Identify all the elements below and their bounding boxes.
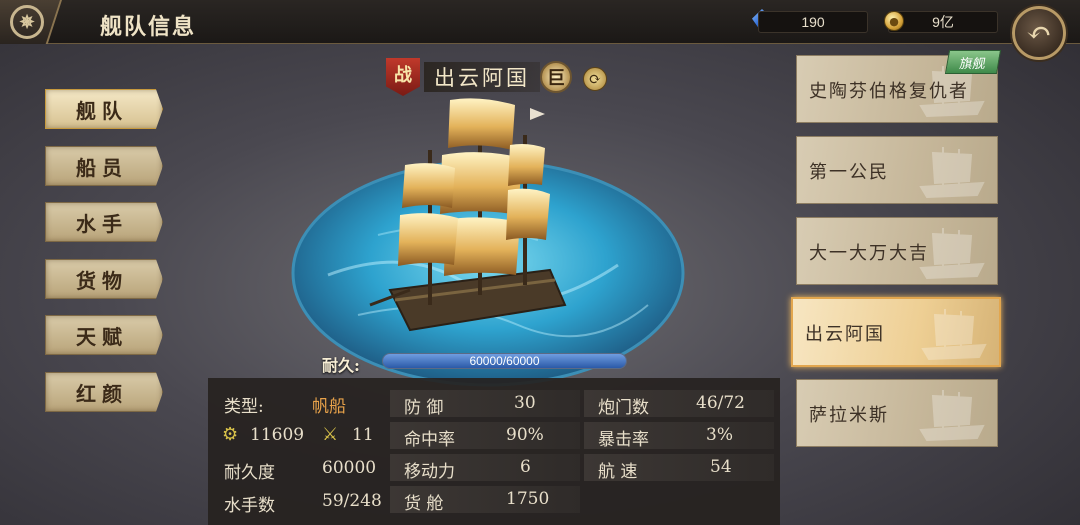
size-class-badge: 巨 (540, 61, 572, 93)
fleet-ship-name: 大一大万大吉 (809, 243, 929, 264)
crit-rate-label: 暴击率 (598, 430, 649, 450)
durability-stat-label: 耐久度 (224, 463, 275, 483)
fleet-ship-name: 第一公民 (809, 162, 889, 183)
type-value: 帆船 (312, 397, 346, 417)
stats-panel: 类型: 帆船 ⚙ 11609 ⚔ 11 耐久度 60000 水手数 59/248… (208, 378, 780, 525)
sailors-label: 水手数 (224, 496, 275, 516)
menu-item-sailors[interactable]: 水手 (45, 202, 163, 242)
durability-stat-value: 60000 (322, 458, 377, 478)
power-value: 11609 (250, 425, 305, 445)
fleet-card-5[interactable]: 萨拉米斯 (796, 379, 998, 447)
fleet-ship-name: 史陶芬伯格复仇者 (809, 81, 969, 102)
menu-item-talent[interactable]: 天赋 (45, 315, 163, 355)
crossed-swords-icon: ⚔ (322, 424, 339, 445)
mobility-label: 移动力 (404, 462, 455, 482)
gem-count: 190 (758, 11, 868, 33)
ship-silhouette-icon (919, 147, 985, 199)
ship-model (369, 98, 567, 332)
mobility-value: 6 (520, 457, 531, 477)
type-label: 类型: (224, 397, 264, 417)
durability-label: 耐久: (322, 356, 360, 375)
back-button[interactable]: ↶ (1012, 6, 1066, 60)
menu-item-cargo[interactable]: 货物 (45, 259, 163, 299)
menu-item-consorts[interactable]: 红颜 (45, 372, 163, 412)
gold-count: 9亿 (888, 11, 998, 33)
gold-coin-icon: ● (884, 11, 904, 31)
speed-value: 54 (710, 457, 732, 477)
cannon-ports-value: 46/72 (696, 393, 745, 413)
cargo-value: 1750 (506, 489, 550, 509)
defense-label: 防 御 (404, 398, 444, 418)
sailors-value: 59/248 (322, 491, 382, 511)
fleet-card-2[interactable]: 第一公民 (796, 136, 998, 204)
ship-silhouette-icon (921, 309, 987, 361)
ship-name: 出云阿国 (424, 62, 540, 92)
fleet-card-4[interactable]: 出云阿国 (791, 297, 1001, 367)
hit-rate-value: 90% (506, 425, 544, 445)
ship-silhouette-icon (919, 390, 985, 442)
cannon-ports-label: 炮门数 (598, 398, 649, 418)
flagship-badge: 旗舰 (944, 50, 1002, 74)
durability-value: 60000/60000 (469, 354, 540, 368)
ship-wheel-icon[interactable]: ✵ (10, 5, 44, 39)
menu-item-crew[interactable]: 船员 (45, 146, 163, 186)
cannon-power-icon: ⚙ (222, 424, 239, 445)
back-arrow-icon: ↶ (1026, 15, 1052, 51)
swap-icon[interactable]: ⟳ (583, 67, 607, 91)
defense-value: 30 (514, 393, 536, 413)
hit-rate-label: 命中率 (404, 430, 455, 450)
crew-value: 11 (352, 425, 374, 445)
fleet-ship-name: 出云阿国 (805, 324, 885, 345)
page-title: 舰队信息 (100, 14, 197, 40)
fleet-card-3[interactable]: 大一大万大吉 (796, 217, 998, 285)
speed-label: 航 速 (598, 462, 638, 482)
crit-rate-value: 3% (706, 425, 733, 445)
cargo-label: 货 舱 (404, 494, 444, 514)
fleet-card-1[interactable]: 史陶芬伯格复仇者 旗舰 (796, 50, 1002, 123)
menu-item-fleet[interactable]: 舰队 (45, 89, 163, 129)
fleet-ship-name: 萨拉米斯 (809, 405, 889, 426)
